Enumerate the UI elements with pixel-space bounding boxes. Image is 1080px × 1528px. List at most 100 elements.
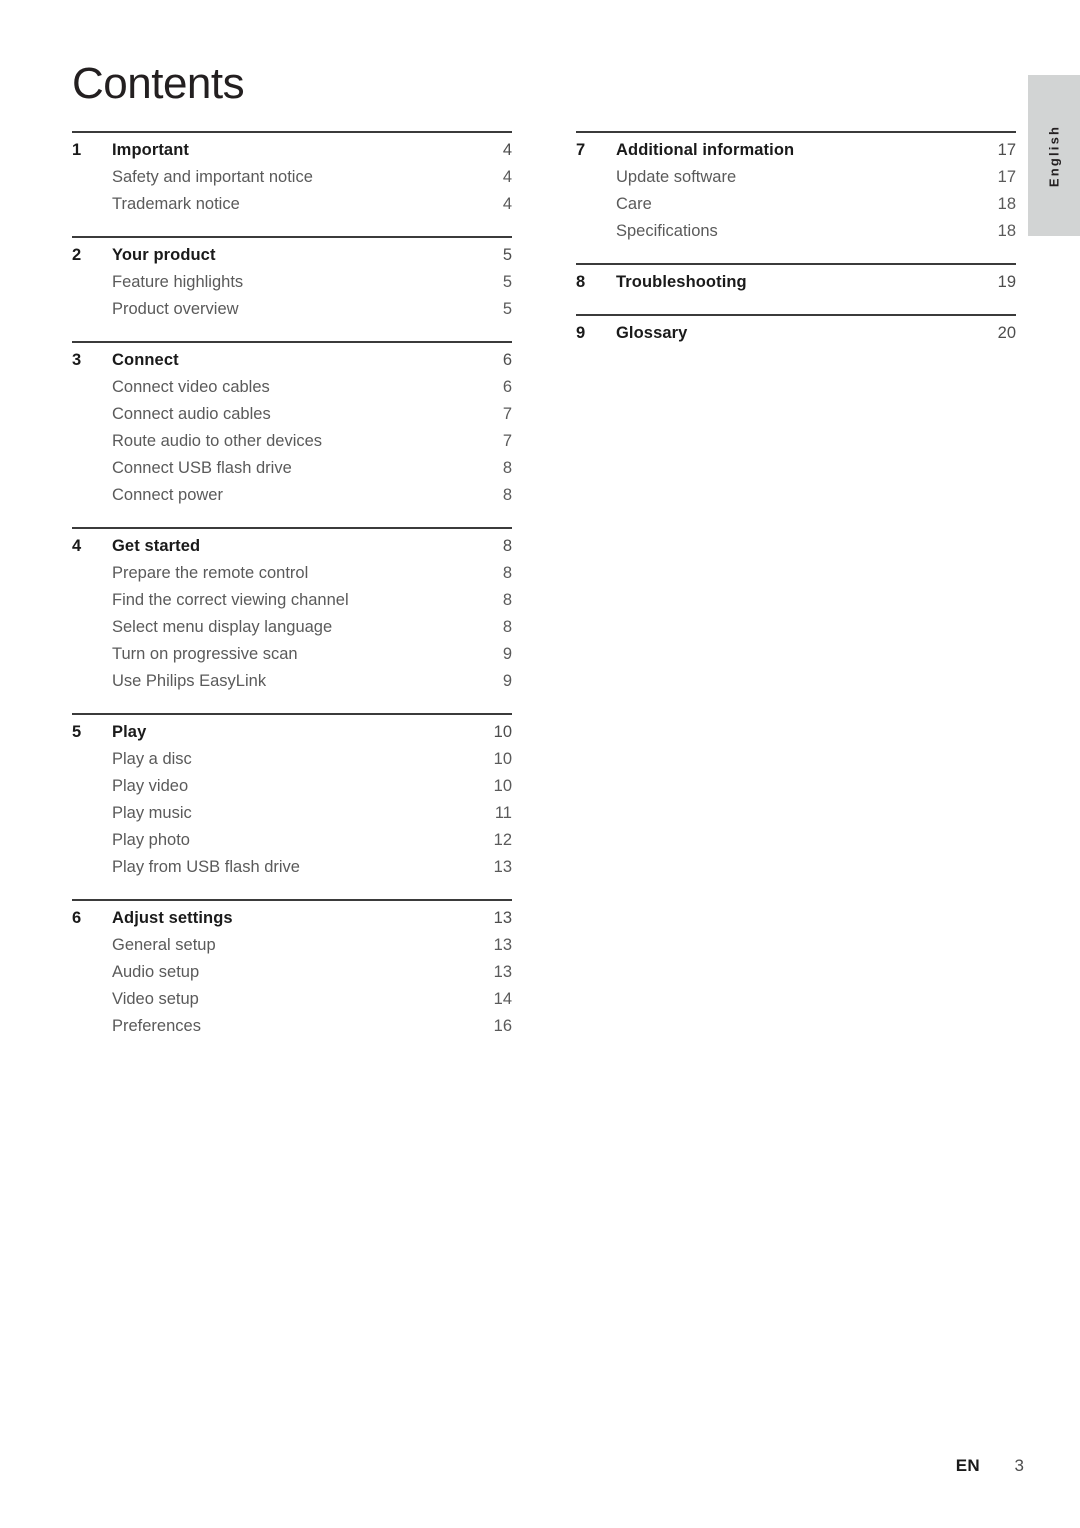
toc-entry-page: 9 [502,645,512,663]
toc-section-heading[interactable]: 7 Additional information 17 [576,133,1016,160]
toc-section-title: Troubleshooting [616,273,747,291]
toc-entry-page: 9 [502,672,512,690]
page-footer: EN 3 [956,1456,1024,1476]
toc-section: 9 Glossary 20 [576,314,1016,343]
toc-entry-page: 4 [502,168,512,186]
toc-entry-label: Use Philips EasyLink [112,672,267,690]
toc-entry[interactable]: Feature highlights 5 [72,265,512,292]
toc-section-number: 8 [576,273,586,291]
toc-entry-label: Care [616,195,652,213]
toc-entry-page: 8 [502,486,512,504]
toc-section-number: 4 [72,537,82,555]
toc-entry-page: 4 [502,195,512,213]
language-side-tab: English [1028,75,1080,236]
toc-entry-page: 14 [493,990,512,1008]
toc-entry[interactable]: Play photo 12 [72,823,512,850]
toc-entry[interactable]: Use Philips EasyLink 9 [72,664,512,691]
toc-entry[interactable]: Connect video cables 6 [72,370,512,397]
toc-entry-label: Safety and important notice [112,168,313,186]
toc-entry[interactable]: Find the correct viewing channel 8 [72,583,512,610]
toc-section: 3 Connect 6 Connect video cables 6 Connect au… [72,341,512,505]
language-side-tab-label: English [1046,124,1062,187]
toc-entry-label: Turn on progressive scan [112,645,298,663]
toc-entry[interactable]: Play video 10 [72,769,512,796]
toc-entry[interactable]: Care 18 [576,187,1016,214]
toc-entry-label: Update software [616,168,737,186]
toc-section-number: 9 [576,324,586,342]
toc-entry-label: Route audio to other devices [112,432,323,450]
toc-entry[interactable]: Audio setup 13 [72,955,512,982]
toc-entry-page: 13 [493,963,512,981]
toc-section: 2 Your product 5 Feature highlights 5 Product… [72,236,512,319]
toc-entry[interactable]: Specifications 18 [576,214,1016,241]
toc-section-page: 13 [493,909,512,927]
toc-section-title: Glossary [616,324,688,342]
toc-entry[interactable]: Play a disc 10 [72,742,512,769]
toc-section-heading[interactable]: 3 Connect 6 [72,343,512,370]
toc-entry[interactable]: Play from USB flash drive 13 [72,850,512,877]
toc-section-title: Connect [112,351,179,369]
toc-column-left: 1 Important 4 Safety and important notice 4 T… [72,131,512,1036]
toc-entry-label: Find the correct viewing channel [112,591,349,609]
toc-section-number: 1 [72,141,82,159]
toc-section-heading[interactable]: 1 Important 4 [72,133,512,160]
toc-entry[interactable]: Preferences 16 [72,1009,512,1036]
toc-entry-page: 8 [502,618,512,636]
toc-section-heading[interactable]: 6 Adjust settings 13 [72,901,512,928]
toc-entry-label: Play video [112,777,189,795]
toc-section-heading[interactable]: 2 Your product 5 [72,238,512,265]
toc-section-heading[interactable]: 8 Troubleshooting 19 [576,265,1016,292]
toc-entry-label: Feature highlights [112,273,244,291]
toc-section: 7 Additional information 17 Update software… [576,131,1016,241]
toc-entry-label: Product overview [112,300,239,318]
toc-entry-page: 10 [493,777,512,795]
toc-entry[interactable]: Trademark notice 4 [72,187,512,214]
toc-entry-page: 8 [502,591,512,609]
toc-entry-label: Select menu display language [112,618,333,636]
toc-section-page: 8 [502,537,512,555]
toc-entry-page: 13 [493,858,512,876]
toc-entry-page: 8 [502,459,512,477]
toc-entry-label: General setup [112,936,216,954]
toc-entry-page: 11 [494,804,512,822]
toc-entry-page: 5 [502,273,512,291]
toc-entry[interactable]: General setup 13 [72,928,512,955]
toc-section-page: 4 [502,141,512,159]
toc-section-page: 17 [997,141,1016,159]
toc-section-heading[interactable]: 9 Glossary 20 [576,316,1016,343]
toc-section: 5 Play 10 Play a disc 10 Play video 10 Play mus… [72,713,512,877]
toc-entry-page: 7 [502,432,512,450]
toc-entry-page: 6 [502,378,512,396]
toc-entry[interactable]: Product overview 5 [72,292,512,319]
toc-entry-label: Prepare the remote control [112,564,309,582]
toc-section: 4 Get started 8 Prepare the remote control 8… [72,527,512,691]
toc-entry[interactable]: Connect power 8 [72,478,512,505]
toc-entry-label: Video setup [112,990,199,1008]
toc-entry-label: Play photo [112,831,190,849]
toc-section-number: 2 [72,246,82,264]
toc-section-page: 20 [997,324,1016,342]
toc-entry[interactable]: Safety and important notice 4 [72,160,512,187]
toc-entry[interactable]: Connect audio cables 7 [72,397,512,424]
toc-section-number: 6 [72,909,82,927]
toc-entry[interactable]: Update software 17 [576,160,1016,187]
toc-section-heading[interactable]: 4 Get started 8 [72,529,512,556]
toc-entry[interactable]: Route audio to other devices 7 [72,424,512,451]
toc-entry[interactable]: Video setup 14 [72,982,512,1009]
toc-entry-label: Specifications [616,222,718,240]
toc-entry-page: 18 [997,222,1016,240]
toc-section-title: Play [112,723,147,741]
toc-entry-page: 7 [502,405,512,423]
toc-entry-page: 5 [502,300,512,318]
toc-entry[interactable]: Connect USB flash drive 8 [72,451,512,478]
toc-entry-label: Connect power [112,486,223,504]
toc-entry-label: Connect video cables [112,378,270,396]
toc-entry[interactable]: Turn on progressive scan 9 [72,637,512,664]
toc-entry[interactable]: Play music 11 [72,796,512,823]
toc-entry-label: Connect audio cables [112,405,271,423]
toc-section-title: Your product [112,246,216,264]
toc-entry[interactable]: Prepare the remote control 8 [72,556,512,583]
toc-entry[interactable]: Select menu display language 8 [72,610,512,637]
toc-section: 8 Troubleshooting 19 [576,263,1016,292]
toc-section-heading[interactable]: 5 Play 10 [72,715,512,742]
